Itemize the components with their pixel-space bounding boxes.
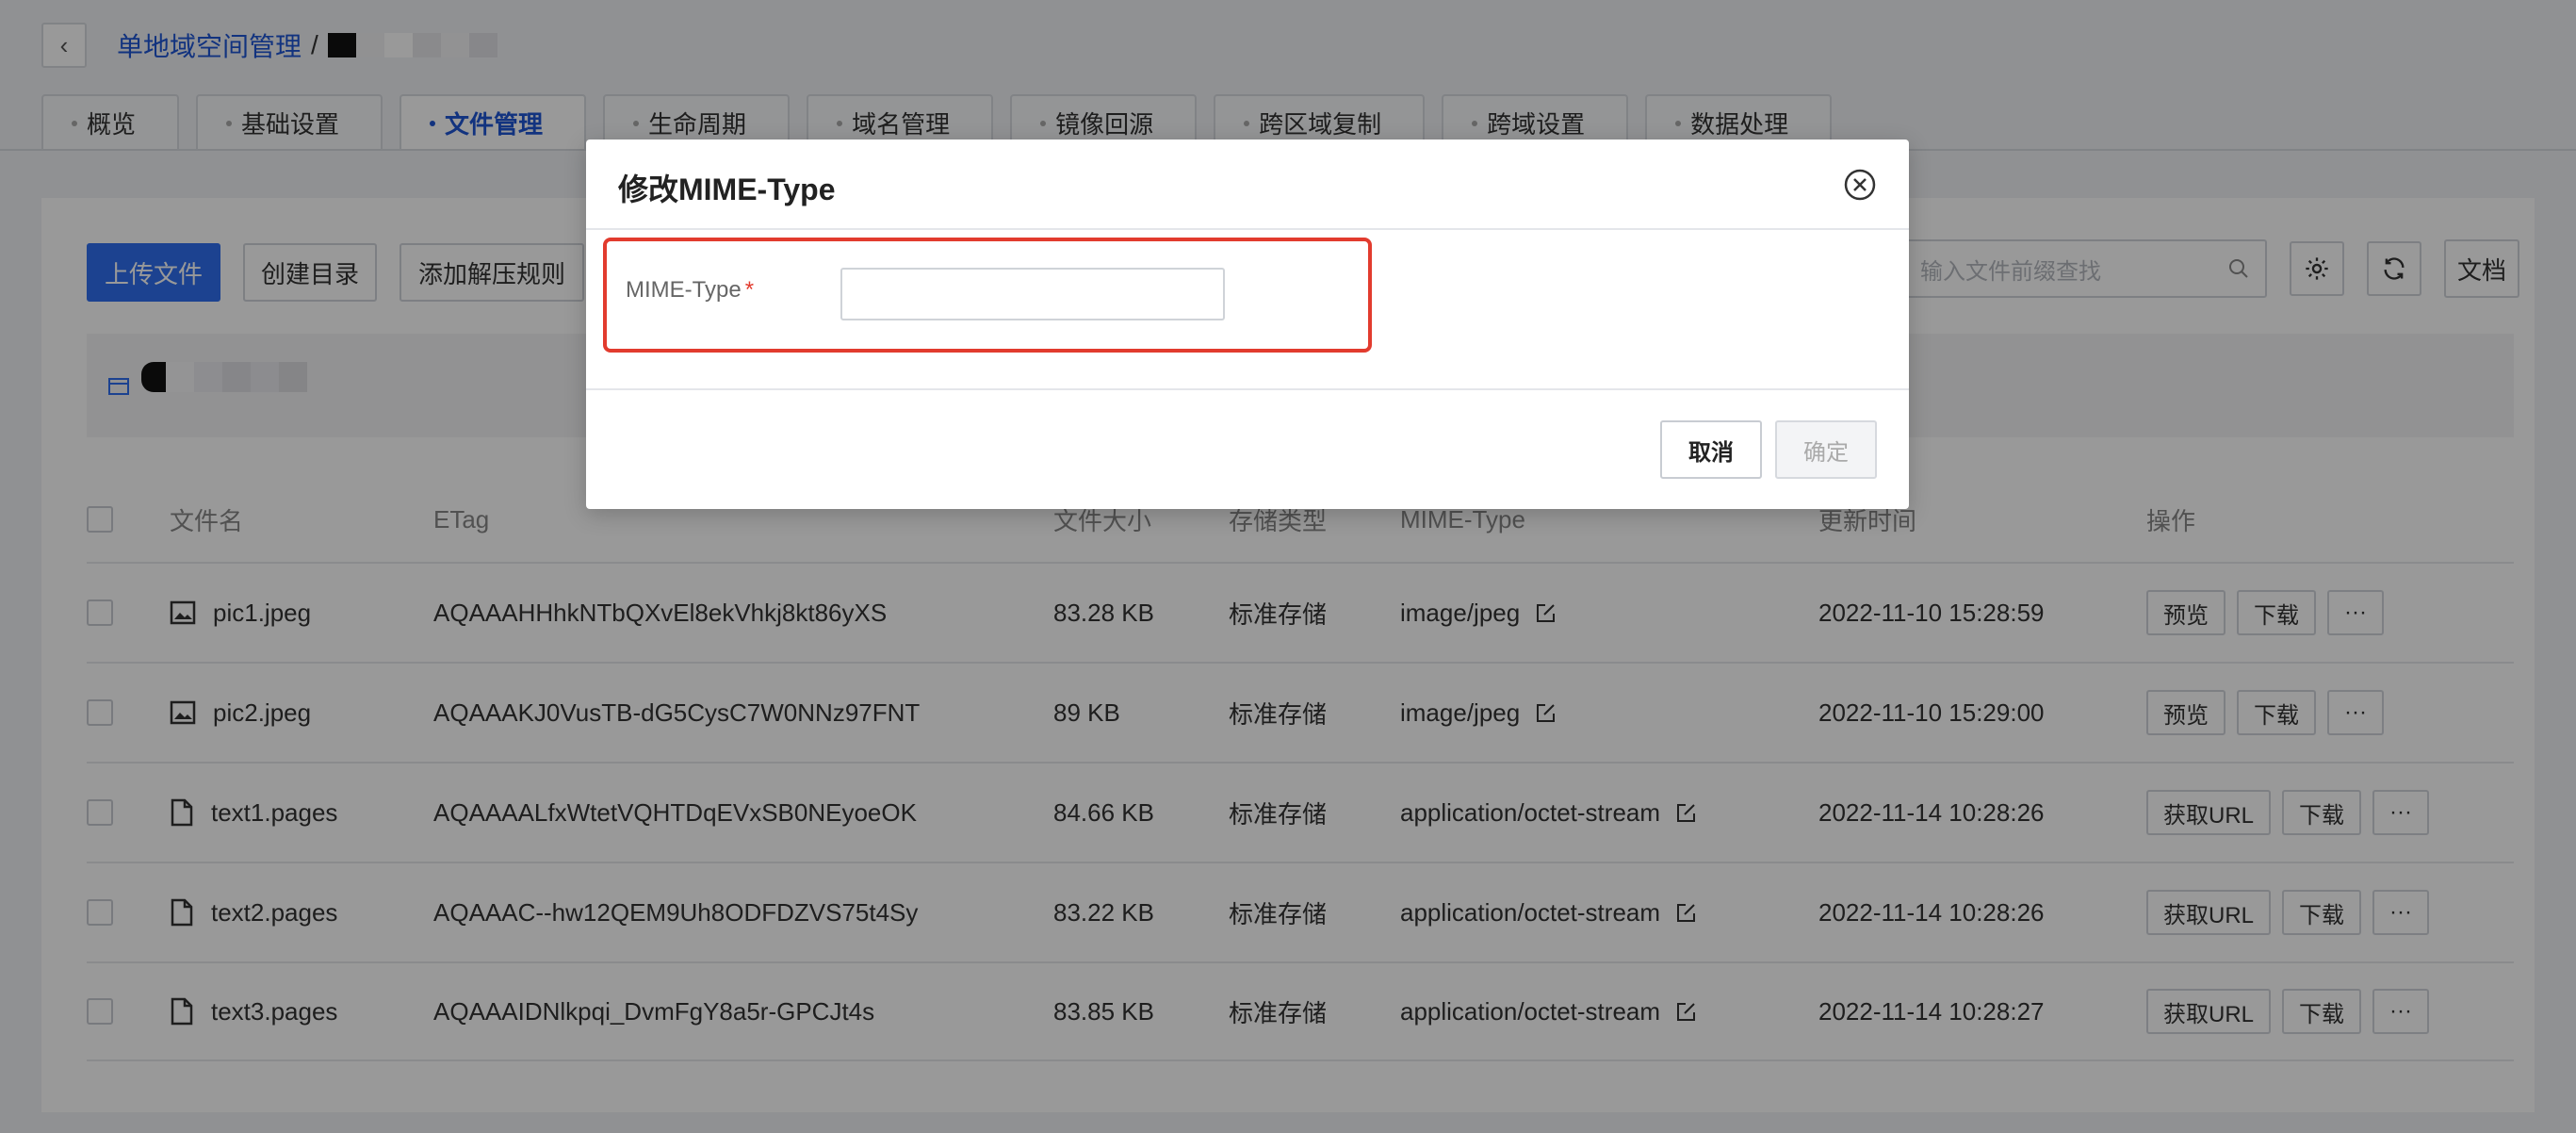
- confirm-button[interactable]: 确定: [1775, 420, 1877, 479]
- mime-type-label-text: MIME-Type: [626, 277, 742, 303]
- required-mark: *: [744, 277, 755, 303]
- cancel-button[interactable]: 取消: [1660, 420, 1762, 479]
- mime-type-input[interactable]: [840, 268, 1225, 320]
- dialog-title: 修改MIME-Type: [618, 172, 836, 206]
- close-icon[interactable]: [1843, 168, 1877, 202]
- dialog-footer: 取消 确定: [586, 390, 1909, 507]
- mime-type-label: MIME-Type *: [626, 277, 754, 304]
- dialog-body: MIME-Type *: [586, 230, 1909, 390]
- edit-mime-type-dialog: 修改MIME-Type MIME-Type * 取消 确定: [586, 140, 1909, 509]
- dialog-header: 修改MIME-Type: [586, 140, 1909, 230]
- page: ‹ 单地域空间管理 / 概览 基础设置 文件管理 生命周期 域名管理 镜像回源 …: [0, 0, 2576, 1133]
